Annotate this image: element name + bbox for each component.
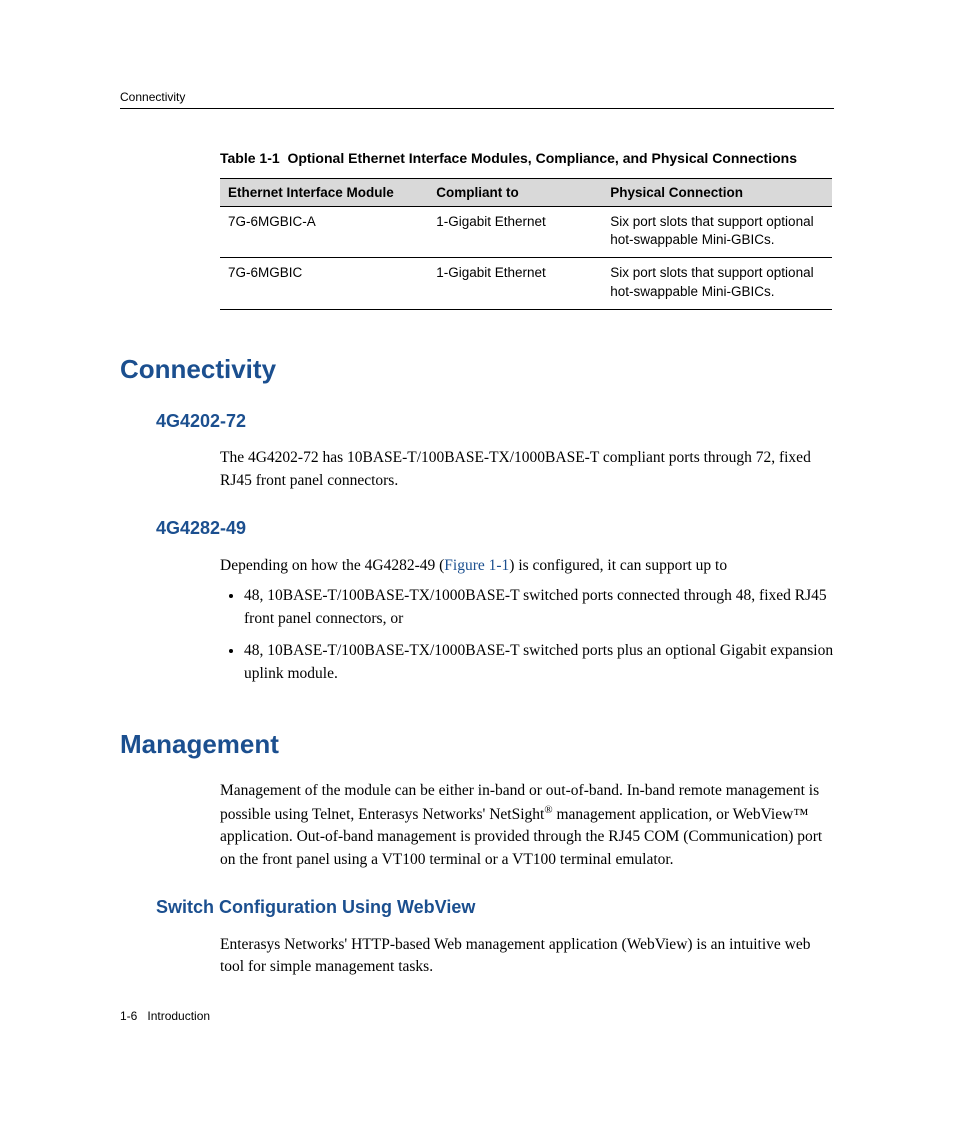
page: Connectivity Table 1-1 Optional Ethernet… — [0, 0, 954, 1123]
cell-compliant: 1-Gigabit Ethernet — [428, 258, 602, 309]
registered-mark: ® — [544, 804, 552, 816]
table-row: 7G-6MGBIC 1-Gigabit Ethernet Six port sl… — [220, 258, 832, 309]
para-webview: Enterasys Networks' HTTP-based Web manag… — [220, 934, 834, 979]
heading-management: Management — [120, 729, 834, 760]
cell-compliant: 1-Gigabit Ethernet — [428, 206, 602, 257]
table-header-row: Ethernet Interface Module Compliant to P… — [220, 178, 832, 206]
bullets-4g4282-49: 48, 10BASE-T/100BASE-TX/1000BASE-T switc… — [220, 585, 834, 685]
cell-physical: Six port slots that support optional hot… — [602, 258, 832, 309]
footer-page-number: 1-6 — [120, 1009, 137, 1023]
table-caption: Table 1-1 Optional Ethernet Interface Mo… — [220, 149, 834, 168]
heading-4g4282-49: 4G4282-49 — [156, 518, 834, 539]
th-module: Ethernet Interface Module — [220, 178, 428, 206]
page-footer: 1-6 Introduction — [120, 1009, 210, 1023]
heading-webview: Switch Configuration Using WebView — [156, 897, 834, 918]
para-management: Management of the module can be either i… — [220, 780, 834, 871]
table-row: 7G-6MGBIC-A 1-Gigabit Ethernet Six port … — [220, 206, 832, 257]
figure-1-1-link[interactable]: Figure 1-1 — [444, 557, 509, 574]
cell-physical: Six port slots that support optional hot… — [602, 206, 832, 257]
list-item: 48, 10BASE-T/100BASE-TX/1000BASE-T switc… — [244, 585, 834, 630]
cell-module: 7G-6MGBIC-A — [220, 206, 428, 257]
running-header: Connectivity — [120, 90, 834, 109]
heading-4g4202-72: 4G4202-72 — [156, 411, 834, 432]
table-caption-number: Table 1-1 — [220, 150, 280, 166]
th-physical: Physical Connection — [602, 178, 832, 206]
cell-module: 7G-6MGBIC — [220, 258, 428, 309]
para-4g4282-49-pre: Depending on how the 4G4282-49 ( — [220, 557, 444, 574]
para-4g4202-72: The 4G4202-72 has 10BASE-T/100BASE-TX/10… — [220, 447, 834, 492]
para-4g4282-49-post: ) is configured, it can support up to — [509, 557, 727, 574]
para-4g4282-49: Depending on how the 4G4282-49 (Figure 1… — [220, 555, 834, 577]
heading-connectivity: Connectivity — [120, 354, 834, 385]
modules-table: Ethernet Interface Module Compliant to P… — [220, 178, 832, 310]
footer-chapter-label: Introduction — [147, 1009, 210, 1023]
th-compliant: Compliant to — [428, 178, 602, 206]
list-item: 48, 10BASE-T/100BASE-TX/1000BASE-T switc… — [244, 640, 834, 685]
table-caption-text: Optional Ethernet Interface Modules, Com… — [287, 150, 797, 166]
